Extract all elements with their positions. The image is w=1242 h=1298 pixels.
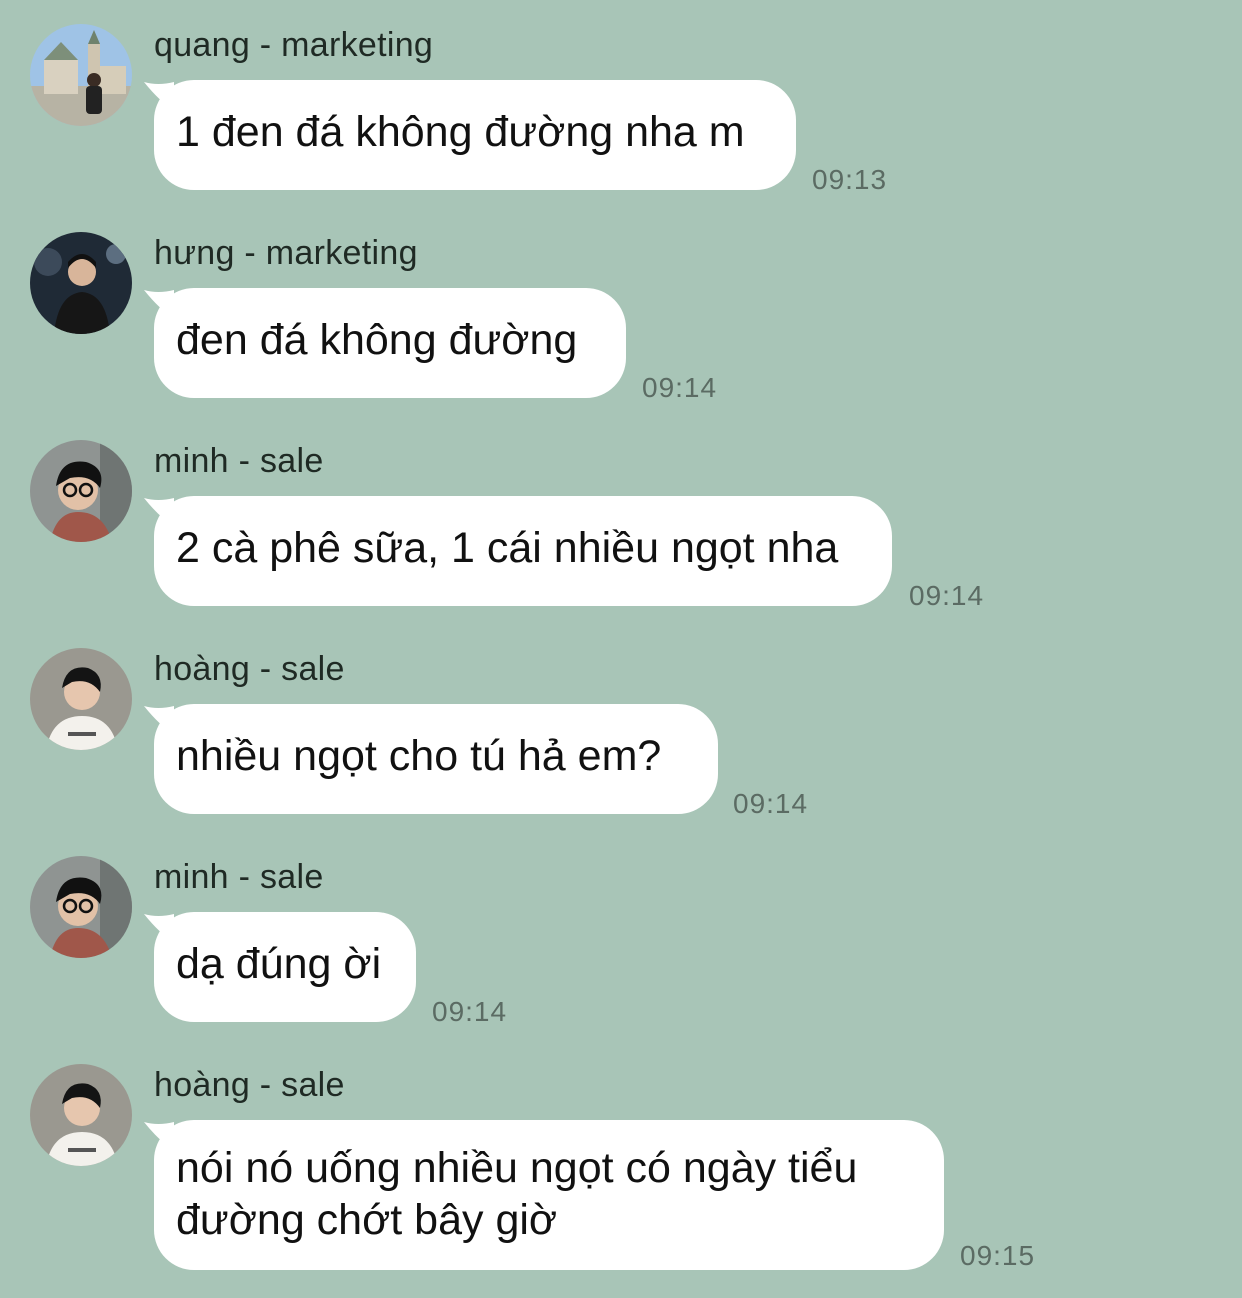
message-text: đen đá không đường [176,316,578,364]
message-text: 2 cà phê sữa, 1 cái nhiều ngọt nha [176,524,839,572]
message-time: 09:14 [733,788,809,819]
message-text: nhiều ngọt cho tú hả em? [176,732,662,780]
message-bubble[interactable]: 1 đen đá không đường nha m [154,80,796,190]
message-text: 1 đen đá không đường nha m [176,108,745,156]
message-time: 09:14 [432,996,508,1027]
message-bubble[interactable]: dạ đúng ời [154,912,416,1022]
message-time: 09:13 [812,164,888,195]
sender-name: hoàng - sale [154,650,345,688]
message-time: 09:14 [642,372,718,403]
avatar-photo-building-icon [30,24,132,126]
message-bubble[interactable]: nhiều ngọt cho tú hả em? [154,704,718,814]
avatar-photo-dark-icon [30,232,132,334]
avatar[interactable] [30,232,132,334]
message-time: 09:15 [960,1240,1036,1271]
sender-name: hoàng - sale [154,1066,345,1104]
avatar[interactable] [30,24,132,126]
message-bubble[interactable]: nói nó uống nhiều ngọt có ngày tiểu đườn… [154,1120,944,1270]
sender-name: hưng - marketing [154,234,418,272]
sender-name: minh - sale [154,442,324,480]
avatar-photo-white-shirt-icon [30,1064,132,1166]
avatar[interactable] [30,1064,132,1166]
message-text: nói nó uống nhiều ngọt có ngày tiểu đườn… [176,1144,858,1244]
message-time: 09:14 [909,580,985,611]
message-text: dạ đúng ời [176,940,382,988]
sender-name: minh - sale [154,858,324,896]
message-bubble[interactable]: 2 cà phê sữa, 1 cái nhiều ngọt nha [154,496,892,606]
sender-name: quang - marketing [154,26,434,64]
avatar-photo-white-shirt-icon [30,648,132,750]
avatar[interactable] [30,648,132,750]
avatar-photo-glasses-icon [30,440,132,542]
message-bubble[interactable]: đen đá không đường [154,288,626,398]
avatar-photo-glasses-icon [30,856,132,958]
avatar[interactable] [30,440,132,542]
avatar[interactable] [30,856,132,958]
